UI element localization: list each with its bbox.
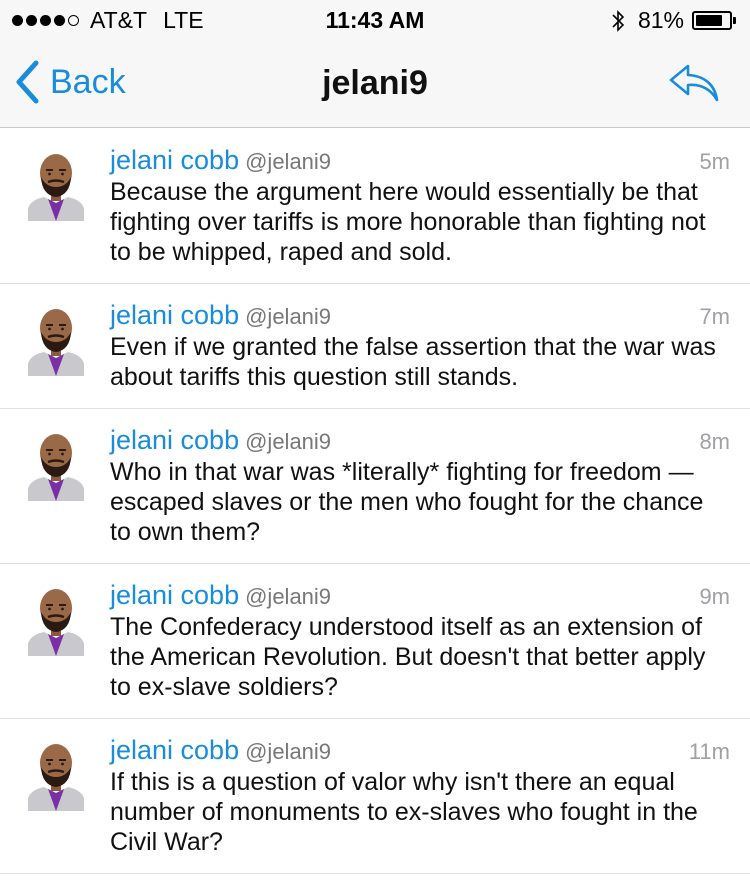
author-name[interactable]: jelani cobb — [110, 145, 239, 176]
bluetooth-icon — [612, 9, 625, 32]
author-handle: @jelani9 — [245, 584, 332, 609]
author-handle: @jelani9 — [245, 149, 332, 174]
status-right: 81% — [610, 7, 736, 34]
author-handle: @jelani9 — [245, 429, 332, 454]
back-button[interactable]: Back — [14, 60, 126, 104]
tweet-row[interactable]: jelani cobb @jelani9 8m Who in that war … — [0, 409, 750, 564]
author-name[interactable]: jelani cobb — [110, 580, 239, 611]
tweet-body: jelani cobb @jelani9 11m If this is a qu… — [110, 719, 730, 873]
tweet-row[interactable]: jelani cobb @jelani9 7m Even if we grant… — [0, 284, 750, 409]
tweet-row[interactable]: jelani cobb @jelani9 11m If this is a qu… — [0, 719, 750, 874]
tweet-row[interactable]: jelani cobb @jelani9 9m The Confederacy … — [0, 564, 750, 719]
chevron-left-icon — [16, 60, 39, 104]
tweet-header: jelani cobb @jelani9 8m — [110, 425, 730, 455]
back-label: Back — [50, 62, 126, 101]
navigation-bar: Back jelani9 — [0, 40, 750, 128]
avatar[interactable] — [26, 737, 86, 811]
tweet-text: Even if we granted the false assertion t… — [110, 333, 716, 391]
status-bar: AT&T LTE 11:43 AM 81% — [0, 0, 750, 40]
tweet-text: If this is a question of valor why isn't… — [110, 768, 698, 856]
tweet-timestamp: 5m — [699, 149, 730, 174]
top-bar: AT&T LTE 11:43 AM 81% Back jelani9 — [0, 0, 750, 128]
tweet-body: jelani cobb @jelani9 9m The Confederacy … — [110, 564, 730, 718]
tweet-header: jelani cobb @jelani9 9m — [110, 580, 730, 610]
tweet-timestamp: 9m — [699, 584, 730, 609]
tweet-timestamp: 8m — [699, 429, 730, 454]
tweet-list: jelani cobb @jelani9 5m Because the argu… — [0, 129, 750, 874]
author-name[interactable]: jelani cobb — [110, 735, 239, 766]
battery-fill — [696, 15, 722, 26]
tweet-body: jelani cobb @jelani9 5m Because the argu… — [110, 129, 730, 283]
author-name[interactable]: jelani cobb — [110, 300, 239, 331]
tweet-row[interactable]: jelani cobb @jelani9 5m Because the argu… — [0, 129, 750, 284]
battery-icon — [692, 11, 736, 30]
battery-percent: 81% — [637, 7, 684, 33]
tweet-timestamp: 11m — [688, 739, 730, 764]
tweet-header: jelani cobb @jelani9 5m — [110, 145, 730, 175]
tweet-timestamp: 7m — [699, 304, 730, 329]
tweet-header: jelani cobb @jelani9 11m — [110, 735, 730, 765]
tweet-body: jelani cobb @jelani9 8m Who in that war … — [110, 409, 730, 563]
tweet-text: Because the argument here would essentia… — [110, 178, 706, 266]
author-handle: @jelani9 — [245, 304, 332, 329]
avatar[interactable] — [26, 427, 86, 501]
tweet-header: jelani cobb @jelani9 7m — [110, 300, 730, 330]
avatar[interactable] — [26, 147, 86, 221]
tweet-text: The Confederacy understood itself as an … — [110, 613, 706, 701]
tweet-body: jelani cobb @jelani9 7m Even if we grant… — [110, 284, 730, 408]
reply-arrow-icon[interactable] — [668, 62, 720, 104]
avatar[interactable] — [26, 302, 86, 376]
tweet-text: Who in that war was *literally* fighting… — [110, 458, 704, 546]
avatar[interactable] — [26, 582, 86, 656]
author-name[interactable]: jelani cobb — [110, 425, 239, 456]
author-handle: @jelani9 — [245, 739, 332, 764]
